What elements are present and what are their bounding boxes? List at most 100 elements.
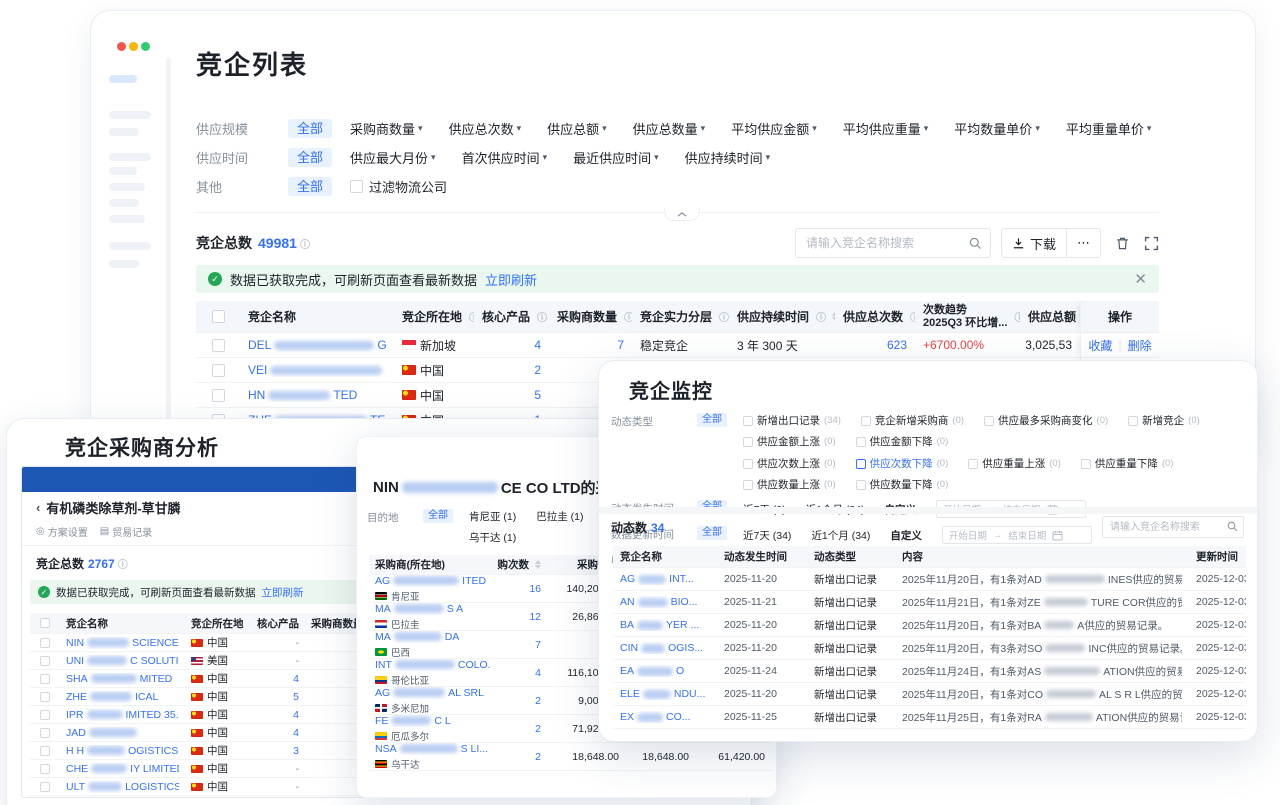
table-row[interactable]: BAYER ...2025-11-20新增出口记录2025年11月20日，有1条… [613,614,1246,637]
close-icon[interactable]: ✕ [1134,270,1147,288]
filter-checkbox-option[interactable]: 新增出口记录(34) [743,413,841,428]
company-name-link[interactable]: ANBIO... [620,596,697,608]
favorite-button[interactable]: 收藏 [1088,337,1112,354]
company-name-link[interactable]: CINOGIS... [620,642,703,654]
filter-option[interactable]: 巴拉圭 (1) [536,509,583,524]
filter-checkbox-option[interactable]: 供应次数下降(0) [856,456,949,471]
company-name-link[interactable]: AGITED [375,575,486,587]
company-name-link[interactable]: MADA [375,631,459,643]
purchase-times-cell[interactable]: 7 [497,631,547,658]
company-name-link[interactable]: AGINT... [620,573,694,585]
checkbox-icon[interactable] [743,459,753,469]
traffic-light-close-icon[interactable] [117,42,126,51]
traffic-light-zoom-icon[interactable] [141,42,150,51]
filter-option[interactable]: 近1个月 (34) [811,528,870,543]
col-occur-date[interactable]: 动态发生时间 [717,546,807,567]
col-name[interactable]: 竞企名称 [60,613,185,633]
filter-dropdown[interactable]: 供应最大月份▾ [350,148,436,167]
checkbox-icon[interactable] [856,480,866,490]
company-name-link[interactable]: DELGAP... [248,338,386,352]
checkbox-icon[interactable] [212,389,225,402]
company-name-link[interactable]: NINSCIENCE C... [66,637,179,649]
supply-times-cell[interactable]: 623 [835,333,915,357]
col-activity-type[interactable]: 动态类型 [807,546,895,567]
checkbox-icon[interactable] [40,674,50,684]
checkbox-icon[interactable] [743,437,753,447]
purchase-times-cell[interactable]: 4 [497,659,547,686]
company-name-link[interactable]: VEIITED [248,363,386,377]
col-content[interactable]: 内容 [895,546,1189,567]
checkbox-icon[interactable] [856,437,866,447]
purchase-times-cell[interactable]: 2 [497,743,547,770]
col-core-products[interactable]: 核心产品ⓘ [474,301,549,332]
filter-checkbox-option[interactable]: 竞企新增采购商(0) [861,413,964,428]
table-row[interactable]: EXCO...2025-11-25新增出口记录2025年11月25日，有1条对R… [613,706,1246,729]
col-supply-amount[interactable]: 供应总额ⓘ [1020,301,1080,332]
plan-settings-button[interactable]: ◎方案设置 [36,524,88,539]
checkbox-icon[interactable] [1128,416,1138,426]
filter-chip-all[interactable]: 全部 [697,526,727,540]
select-all-checkbox[interactable] [212,310,225,323]
search-input[interactable] [795,228,991,258]
company-name-link[interactable]: INTCOLO... [375,659,491,671]
filter-dropdown[interactable]: 供应总数量▾ [633,119,706,138]
checkbox-icon[interactable] [350,180,363,193]
col-times-trend[interactable]: 次数趋势2025Q3 环比增...ⓘ [915,301,1020,332]
purchase-times-cell[interactable]: 16 [497,575,547,602]
core-products-cell[interactable]: 4 [474,333,549,357]
filter-dropdown[interactable]: 供应总额▾ [547,119,607,138]
company-name-link[interactable]: BAYER ... [620,619,699,631]
filter-option[interactable]: 乌干达 (1) [469,530,516,545]
checkbox-icon[interactable] [40,764,50,774]
checkbox-icon[interactable] [984,416,994,426]
company-name-link[interactable]: CHEIY LIMITED [66,763,179,775]
filter-logistics-checkbox[interactable]: 过滤物流公司 [350,177,447,196]
fullscreen-button[interactable] [1144,236,1159,251]
checkbox-icon[interactable] [861,416,871,426]
table-row[interactable]: ELENDU...2025-11-20新增出口记录2025年11月20日，有1条… [613,683,1246,706]
filter-chip-all[interactable]: 全部 [697,413,727,427]
company-name-link[interactable]: UNIC SOLUTI... [66,655,179,667]
trade-records-button[interactable]: ▤贸易记录 [100,524,152,539]
refresh-now-link[interactable]: 立即刷新 [262,585,304,600]
col-updated[interactable]: 更新时间 [1189,546,1246,567]
more-options-button[interactable]: ⋯ [1067,229,1100,257]
core-products-cell[interactable]: 5 [474,383,549,407]
company-name-link[interactable]: ELENDU... [620,688,705,700]
filter-checkbox-option[interactable]: 供应金额下降(0) [856,434,949,449]
filter-dropdown[interactable]: 采购商数量▾ [350,119,423,138]
filter-dropdown[interactable]: 平均数量单价▾ [954,119,1040,138]
col-core-products[interactable]: 核心产品ⓘ [251,613,305,633]
col-purchaser[interactable]: 采购商(所在地) [369,555,497,574]
delete-button[interactable]: 删除 [1128,337,1152,354]
table-row[interactable]: ANBIO...2025-11-21新增出口记录2025年11月21日，有1条对… [613,591,1246,614]
col-name[interactable]: 竞企名称 [240,301,394,332]
company-name-link[interactable]: HNTED [248,388,357,402]
company-name-link[interactable]: H HOGISTICS C... [66,745,179,757]
search-input[interactable] [1102,516,1244,538]
core-products-cell[interactable]: 4 [251,670,305,687]
download-button[interactable]: 下载 [1002,229,1066,257]
filter-checkbox-option[interactable]: 供应数量上涨(0) [743,477,836,492]
company-name-link[interactable]: FEC L [375,715,451,727]
col-country[interactable]: 竞企所在地ⓘ [394,301,474,332]
purchase-times-cell[interactable]: 2 [497,715,547,742]
checkbox-icon[interactable] [743,480,753,490]
company-name-link[interactable]: IPRIMITED 35... [66,709,179,721]
filter-chip-all[interactable]: 全部 [423,509,453,523]
checkbox-icon[interactable] [212,364,225,377]
table-row[interactable]: CINOGIS...2025-11-20新增出口记录2025年11月20日，有3… [613,637,1246,660]
checkbox-icon[interactable] [968,459,978,469]
company-name-link[interactable]: EAO [620,665,684,677]
company-name-link[interactable]: ULTLOGISTICS ... [66,781,179,793]
filter-dropdown[interactable]: 平均供应金额▾ [731,119,817,138]
sort-icon[interactable] [535,560,541,569]
col-strength-tier[interactable]: 竞企实力分层ⓘ [632,301,729,332]
company-name-link[interactable]: JAD [66,727,140,739]
filter-checkbox-option[interactable]: 供应数量下降(0) [856,477,949,492]
filter-dropdown[interactable]: 平均重量单价▾ [1066,119,1152,138]
table-row[interactable]: AGINT...2025-11-20新增出口记录2025年11月20日，有1条对… [613,568,1246,591]
filter-dropdown[interactable]: 首次供应时间▾ [462,148,548,167]
checkbox-icon[interactable] [40,656,50,666]
core-products-cell[interactable]: 2 [474,358,549,382]
